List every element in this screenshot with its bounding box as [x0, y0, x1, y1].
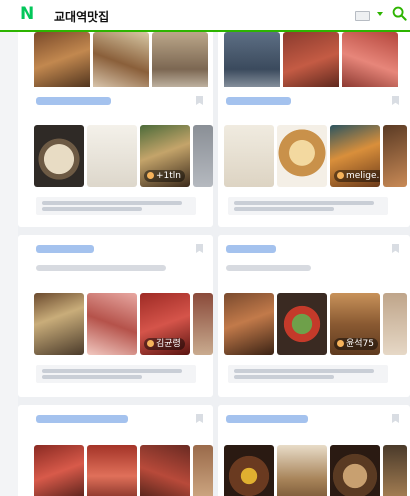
bookmark-icon[interactable] — [392, 414, 399, 423]
food-photo[interactable] — [224, 32, 280, 94]
food-photo[interactable] — [383, 125, 407, 187]
post-title[interactable] — [226, 415, 308, 423]
food-photo[interactable]: melige.. — [330, 125, 380, 187]
food-photo[interactable] — [34, 125, 84, 187]
post-title[interactable] — [226, 245, 276, 253]
food-photo[interactable] — [330, 445, 380, 496]
post-snippet — [228, 365, 388, 383]
post-snippet — [228, 197, 388, 215]
food-photo[interactable] — [87, 293, 137, 355]
result-card[interactable]: melige.. — [218, 87, 410, 227]
food-photo[interactable] — [224, 293, 274, 355]
bookmark-icon[interactable] — [392, 96, 399, 105]
food-photo[interactable]: 김균령 — [140, 293, 190, 355]
post-meta — [36, 265, 166, 271]
search-header: N 교대역맛집 — [0, 0, 410, 32]
photo-count-tag: melige.. — [334, 170, 380, 182]
photo-count-tag: 윤석75 — [334, 338, 379, 350]
search-query[interactable]: 교대역맛집 — [54, 8, 109, 25]
user-avatar-icon — [337, 172, 344, 179]
food-photo[interactable] — [277, 125, 327, 187]
food-photo[interactable] — [34, 445, 84, 496]
tag-label: +1tln — [156, 171, 182, 181]
result-card[interactable] — [18, 405, 213, 496]
bookmark-icon[interactable] — [196, 414, 203, 423]
keyboard-icon[interactable] — [355, 11, 370, 21]
photo-count-tag: +1tln — [144, 170, 186, 182]
tag-label: melige.. — [346, 171, 380, 181]
food-photo[interactable] — [224, 125, 274, 187]
food-photo[interactable] — [383, 445, 407, 496]
user-avatar-icon — [337, 340, 344, 347]
food-photo[interactable] — [93, 32, 149, 94]
food-photo[interactable] — [277, 445, 327, 496]
post-title[interactable] — [36, 245, 94, 253]
bookmark-icon[interactable] — [196, 244, 203, 253]
post-snippet — [36, 365, 196, 383]
result-card[interactable] — [218, 405, 410, 496]
food-photo[interactable] — [152, 32, 208, 94]
user-avatar-icon — [147, 340, 154, 347]
post-title[interactable] — [226, 97, 291, 105]
food-photo[interactable] — [342, 32, 398, 94]
food-photo[interactable] — [383, 293, 407, 355]
food-photo[interactable] — [193, 125, 213, 187]
bookmark-icon[interactable] — [196, 96, 203, 105]
food-photo[interactable]: +1tln — [140, 125, 190, 187]
food-photo[interactable] — [224, 445, 274, 496]
food-photo[interactable] — [87, 445, 137, 496]
naver-logo[interactable]: N — [20, 5, 36, 23]
food-photo[interactable] — [87, 125, 137, 187]
tag-label: 김균령 — [156, 339, 181, 349]
post-title[interactable] — [36, 97, 111, 105]
dropdown-caret-icon[interactable] — [377, 12, 383, 16]
food-photo[interactable] — [34, 293, 84, 355]
food-photo[interactable]: 윤석75 — [330, 293, 380, 355]
result-card[interactable]: 윤석75 — [218, 235, 410, 397]
tag-label: 윤석75 — [346, 339, 375, 349]
bookmark-icon[interactable] — [392, 244, 399, 253]
food-photo[interactable] — [277, 293, 327, 355]
photo-count-tag: 김균령 — [144, 338, 185, 350]
food-photo[interactable] — [283, 32, 339, 94]
blog-results: +1tln melige.. 김균령 윤석75 — [18, 32, 410, 496]
food-photo[interactable] — [193, 293, 213, 355]
search-icon[interactable] — [392, 6, 407, 21]
food-photo[interactable] — [34, 32, 90, 94]
food-photo[interactable] — [193, 445, 213, 496]
food-photo[interactable] — [140, 445, 190, 496]
post-snippet — [36, 197, 196, 215]
result-card[interactable]: 김균령 — [18, 235, 213, 397]
result-card[interactable]: +1tln — [18, 87, 213, 227]
post-meta — [226, 265, 311, 271]
post-title[interactable] — [36, 415, 128, 423]
user-avatar-icon — [147, 172, 154, 179]
